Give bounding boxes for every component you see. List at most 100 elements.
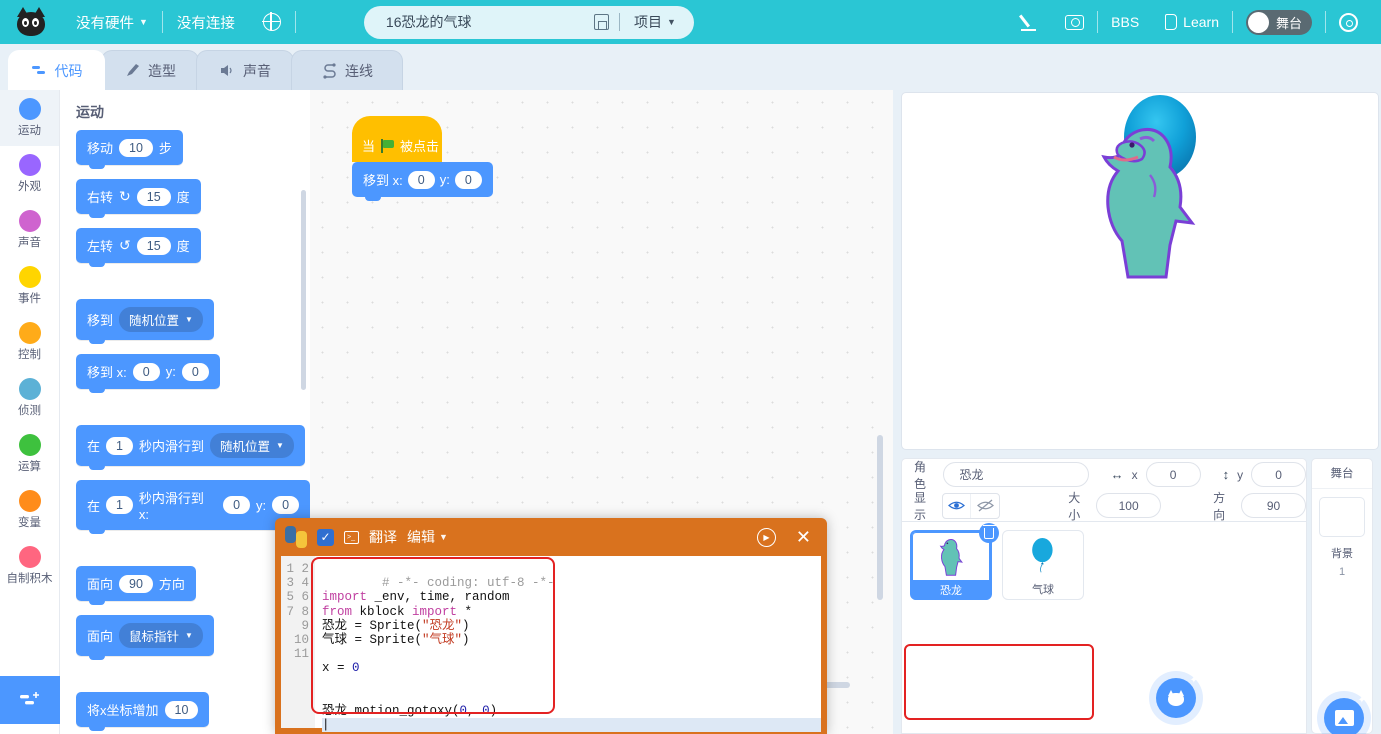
script-hat-block[interactable]: 当 被点击 bbox=[352, 116, 442, 162]
learn-link[interactable]: Learn bbox=[1152, 14, 1232, 30]
edit-menu[interactable]: 编辑 ▼ bbox=[407, 527, 448, 547]
sprite-name-input[interactable]: 恐龙 bbox=[942, 462, 1089, 487]
block-point-direction[interactable]: 面向 90 方向 bbox=[76, 566, 196, 605]
block-text: 右转 bbox=[87, 190, 114, 205]
block-change-x[interactable]: 将x坐标增加 10 bbox=[76, 692, 210, 731]
block-input-x[interactable]: 0 bbox=[407, 170, 435, 189]
block-input-x[interactable]: 0 bbox=[223, 496, 250, 514]
category-my-blocks[interactable]: 自制积木 bbox=[0, 538, 59, 594]
x-input[interactable]: 0 bbox=[1145, 462, 1201, 487]
edit-button[interactable] bbox=[1008, 13, 1052, 31]
category-sound[interactable]: 声音 bbox=[0, 202, 59, 258]
block-turn-left[interactable]: 左转 ↺ 15 度 bbox=[76, 228, 201, 267]
canvas-vertical-scrollbar[interactable] bbox=[877, 435, 883, 600]
tab-connect[interactable]: 连线 bbox=[291, 50, 403, 90]
bbs-link[interactable]: BBS bbox=[1098, 14, 1152, 30]
project-title[interactable]: 16恐龙的气球 bbox=[386, 12, 594, 32]
direction-input[interactable]: 90 bbox=[1241, 493, 1306, 518]
block-dropdown[interactable]: 随机位置 ▼ bbox=[209, 433, 294, 458]
block-input-y[interactable]: 0 bbox=[454, 170, 482, 189]
x-arrow-icon: ↔ bbox=[1110, 467, 1124, 482]
block-input[interactable]: 10 bbox=[119, 138, 153, 157]
tab-sound-label: 声音 bbox=[243, 62, 271, 79]
stage-toggle[interactable]: 舞台 bbox=[1245, 9, 1312, 35]
script-goto-xy-block[interactable]: 移到 x: 0 y: 0 bbox=[352, 162, 493, 201]
settings-button[interactable] bbox=[1326, 12, 1371, 32]
screenshot-button[interactable] bbox=[1052, 14, 1097, 30]
block-input[interactable]: 90 bbox=[119, 574, 153, 593]
add-sprite-button[interactable]: ✦ bbox=[1156, 675, 1198, 718]
block-dropdown[interactable]: 鼠标指针 ▼ bbox=[119, 623, 203, 648]
category-dot-icon bbox=[18, 378, 41, 400]
tab-costumes[interactable]: 造型 bbox=[101, 50, 199, 90]
connection-label: 没有连接 bbox=[176, 15, 235, 32]
block-input-x[interactable]: 0 bbox=[132, 362, 160, 381]
gear-icon bbox=[1339, 12, 1358, 32]
show-label: 显示 bbox=[914, 490, 927, 522]
block-input[interactable]: 1 bbox=[106, 496, 133, 514]
learn-label: Learn bbox=[1183, 14, 1219, 30]
line-number-gutter: 1 2 3 4 5 6 7 8 9 10 11 bbox=[281, 556, 315, 728]
dinosaur-thumb-icon bbox=[939, 539, 963, 576]
python-editor-window[interactable]: ✓ >_ 翻译 编辑 ▼ ▶ ✕ 1 2 3 4 5 6 7 8 9 10 11… bbox=[275, 518, 827, 734]
block-glide-target[interactable]: 在 1 秒内滑行到 随机位置 ▼ bbox=[76, 425, 305, 470]
code-text[interactable]: # -*- coding: utf-8 -*- import _env, tim… bbox=[315, 556, 821, 733]
top-bar: 没有硬件 ▼ 没有连接 16恐龙的气球 项目 ▼ BBS Learn 舞台 bbox=[0, 0, 1381, 44]
block-goto-xy[interactable]: 移到 x: 0 y: 0 bbox=[76, 354, 220, 393]
python-code-area[interactable]: 1 2 3 4 5 6 7 8 9 10 11 # -*- coding: ut… bbox=[281, 556, 821, 733]
hardware-menu[interactable]: 没有硬件 ▼ bbox=[62, 12, 162, 33]
run-icon[interactable]: ▶ bbox=[756, 527, 776, 547]
stage-toggle-wrap[interactable]: 舞台 bbox=[1233, 9, 1325, 35]
sprite-card-label: 气球 bbox=[1032, 584, 1054, 596]
stage-display[interactable] bbox=[901, 92, 1379, 450]
eye-slash-icon[interactable] bbox=[971, 494, 999, 518]
block-input[interactable]: 15 bbox=[136, 236, 171, 255]
dropdown-value: 鼠标指针 bbox=[129, 630, 180, 644]
block-input[interactable]: 1 bbox=[106, 436, 133, 455]
category-control[interactable]: 控制 bbox=[0, 314, 59, 370]
block-input-y[interactable]: 0 bbox=[272, 496, 300, 514]
category-variables[interactable]: 变量 bbox=[0, 482, 59, 538]
category-sensing[interactable]: 侦测 bbox=[0, 370, 59, 426]
toggle-knob bbox=[1247, 11, 1269, 33]
block-move[interactable]: 移动 10 步 bbox=[76, 130, 183, 169]
tab-costumes-label: 造型 bbox=[148, 62, 176, 79]
save-icon[interactable] bbox=[594, 14, 609, 30]
project-menu[interactable]: 项目 ▼ bbox=[634, 12, 676, 32]
sprite-card-balloon[interactable]: 气球 bbox=[1002, 530, 1084, 600]
block-point-towards[interactable]: 面向 鼠标指针 ▼ bbox=[76, 615, 214, 660]
sprite-card-dinosaur[interactable]: 恐龙 bbox=[910, 523, 999, 600]
category-looks[interactable]: 外观 bbox=[0, 146, 59, 202]
eye-icon[interactable] bbox=[943, 493, 972, 518]
block-input[interactable]: 10 bbox=[164, 700, 199, 719]
tab-code[interactable]: 代码 bbox=[8, 50, 105, 90]
category-events[interactable]: 事件 bbox=[0, 258, 59, 314]
block-input[interactable]: 15 bbox=[136, 187, 171, 206]
block-turn-right[interactable]: 右转 ↻ 15 度 bbox=[76, 179, 201, 218]
tab-strip: 代码 造型 声音 连线 ? bbox=[0, 44, 1381, 125]
close-icon[interactable]: ✕ bbox=[796, 527, 811, 548]
palette-scrollbar[interactable] bbox=[301, 190, 306, 390]
category-motion[interactable]: 运动 bbox=[0, 90, 59, 146]
backdrop-thumbnail[interactable] bbox=[1319, 497, 1365, 537]
y-label: y bbox=[1237, 467, 1244, 482]
category-operators[interactable]: 运算 bbox=[0, 426, 59, 482]
hardware-label: 没有硬件 bbox=[76, 15, 134, 32]
delete-sprite-button[interactable] bbox=[979, 523, 999, 543]
add-backdrop-button[interactable]: ✦ bbox=[1324, 695, 1366, 734]
block-text: y: bbox=[165, 364, 176, 379]
translate-button[interactable]: 翻译 bbox=[369, 527, 397, 547]
block-text: 将x坐标增加 bbox=[87, 703, 159, 718]
block-dropdown[interactable]: 随机位置 ▼ bbox=[119, 307, 203, 332]
block-goto-target[interactable]: 移到 随机位置 ▼ bbox=[76, 299, 214, 344]
checkbox-checked-icon[interactable]: ✓ bbox=[317, 528, 334, 546]
y-input[interactable]: 0 bbox=[1251, 462, 1307, 487]
block-palette[interactable]: 运动 移动 10 步 右转 ↻ 15 度 左转 ↺ 15 度 移到 随机位置 ▼… bbox=[60, 90, 310, 734]
add-extension-button[interactable] bbox=[0, 676, 60, 724]
connection-status[interactable]: 没有连接 bbox=[163, 12, 249, 33]
size-input[interactable]: 100 bbox=[1096, 493, 1162, 518]
app-logo[interactable] bbox=[0, 7, 62, 37]
language-button[interactable] bbox=[249, 12, 295, 31]
tab-sound[interactable]: 声音 bbox=[196, 50, 294, 90]
block-input-y[interactable]: 0 bbox=[181, 362, 209, 381]
